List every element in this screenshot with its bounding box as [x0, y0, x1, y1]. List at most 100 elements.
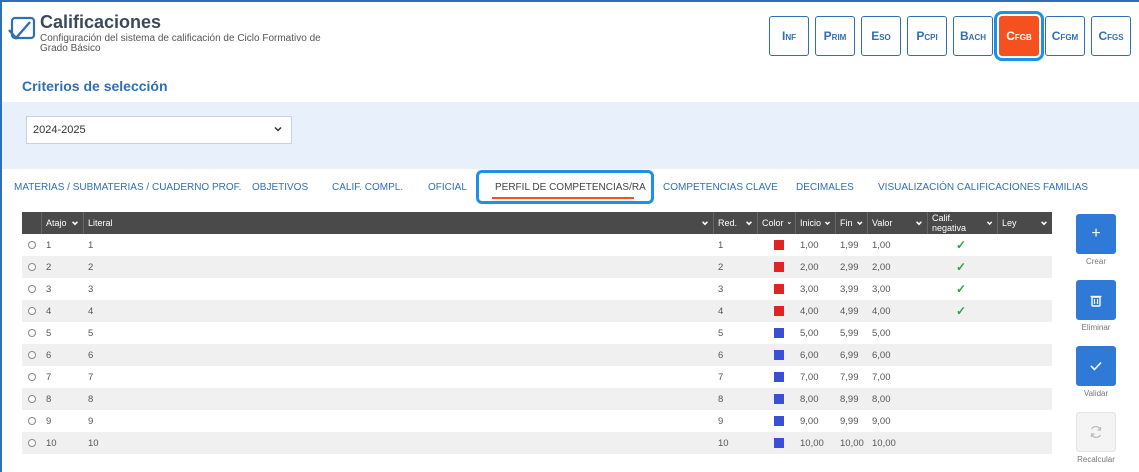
chevron-down-icon	[787, 222, 791, 225]
tab-highlight-box	[476, 170, 654, 204]
cell-color	[774, 344, 784, 366]
chevron-down-icon	[986, 221, 993, 226]
row-radio[interactable]	[28, 307, 36, 315]
row-radio[interactable]	[28, 329, 36, 337]
level-button-cfgs[interactable]: Cfgs	[1091, 16, 1131, 56]
tab-objetivos[interactable]: OBJETIVOS	[252, 182, 308, 193]
header-fin[interactable]: Fin	[836, 212, 868, 234]
cell-red: 1	[718, 239, 724, 251]
delete-button[interactable]	[1076, 280, 1116, 320]
table-row[interactable]: 1 1 1 1,00 1,99 1,00 ✓	[22, 234, 1052, 256]
check-icon: ✓	[956, 238, 967, 252]
header-color-label: Color	[762, 218, 784, 228]
recalculate-button[interactable]	[1076, 412, 1116, 452]
header-literal[interactable]: Literal	[84, 212, 714, 234]
header-atajo[interactable]: Atajo	[42, 212, 84, 234]
header-red[interactable]: Red.	[714, 212, 758, 234]
color-swatch	[774, 394, 784, 404]
header-calif-negativa-label: Calif. negativa	[932, 213, 967, 233]
check-icon	[1090, 361, 1102, 371]
create-button[interactable]: +	[1076, 214, 1116, 254]
cell-literal: 3	[88, 283, 94, 295]
cell-red: 2	[718, 261, 724, 273]
header-red-label: Red.	[718, 218, 738, 228]
checkbox-logo-icon	[8, 16, 36, 40]
cell-fin: 6,99	[840, 349, 859, 361]
cell-select	[28, 388, 36, 410]
table-row[interactable]: 5 5 5 5,00 5,99 5,00	[22, 322, 1052, 344]
tab-competencias-clave[interactable]: COMPETENCIAS CLAVE	[663, 182, 778, 193]
color-swatch	[774, 372, 784, 382]
tab-calif-compl[interactable]: CALIF. COMPL.	[332, 182, 403, 193]
table-row[interactable]: 9 9 9 9,00 9,99 9,00	[22, 410, 1052, 432]
table-row[interactable]: 10 10 10 10,00 10,00 10,00	[22, 432, 1052, 454]
cell-calif-negativa: ✓	[956, 300, 966, 322]
level-button-cfgm[interactable]: Cfgm	[1045, 16, 1085, 56]
page-title: Calificaciones	[40, 12, 162, 32]
cell-color	[774, 322, 784, 344]
level-button-prim[interactable]: Prim	[815, 16, 855, 56]
header-calif-negativa[interactable]: Calif. negativa	[928, 212, 998, 234]
row-radio[interactable]	[28, 263, 36, 271]
level-button-inf[interactable]: Inf	[769, 16, 809, 56]
tab-materias[interactable]: MATERIAS / SUBMATERIAS / CUADERNO PROF.	[14, 182, 241, 193]
cell-select	[28, 432, 36, 454]
cell-literal: 4	[88, 305, 94, 317]
cell-atajo: 2	[46, 261, 52, 273]
row-radio[interactable]	[28, 285, 36, 293]
table-row[interactable]: 8 8 8 8,00 8,99 8,00	[22, 388, 1052, 410]
header-ley[interactable]: Ley	[998, 212, 1052, 234]
chevron-down-icon	[746, 221, 752, 226]
level-button-pcpi[interactable]: Pcpi	[907, 16, 947, 56]
validate-button[interactable]	[1076, 346, 1116, 386]
row-radio[interactable]	[28, 417, 36, 425]
cell-fin: 2,99	[840, 261, 859, 273]
color-swatch	[774, 328, 784, 338]
cell-atajo: 4	[46, 305, 52, 317]
cell-color	[774, 432, 784, 454]
cell-select	[28, 322, 36, 344]
row-radio[interactable]	[28, 241, 36, 249]
table-row[interactable]: 4 4 4 4,00 4,99 4,00 ✓	[22, 300, 1052, 322]
cell-select	[28, 300, 36, 322]
cell-color	[774, 278, 784, 300]
cell-literal: 10	[88, 437, 99, 449]
cell-atajo: 1	[46, 239, 52, 251]
row-radio[interactable]	[28, 351, 36, 359]
tab-decimales[interactable]: DECIMALES	[796, 182, 854, 193]
table-row[interactable]: 7 7 7 7,00 7,99 7,00	[22, 366, 1052, 388]
cell-color	[774, 388, 784, 410]
cell-valor: 8,00	[872, 393, 891, 405]
chevron-down-icon	[702, 221, 708, 226]
tab-visualizacion-familias[interactable]: VISUALIZACIÓN CALIFICACIONES FAMILIAS	[878, 182, 1088, 193]
table-row[interactable]: 2 2 2 2,00 2,99 2,00 ✓	[22, 256, 1052, 278]
year-select[interactable]: 2024-2025	[26, 116, 292, 144]
grading-table: Atajo Literal Red. Color Inicio Fin Valo…	[22, 212, 1052, 454]
validate-button-label: Validar	[1083, 389, 1109, 398]
cell-valor: 1,00	[872, 239, 891, 251]
row-radio[interactable]	[28, 439, 36, 447]
cell-valor: 4,00	[872, 305, 891, 317]
cell-atajo: 5	[46, 327, 52, 339]
level-button-bach[interactable]: Bach	[953, 16, 993, 56]
cell-valor: 10,00	[872, 437, 896, 449]
cell-select	[28, 278, 36, 300]
cell-inicio: 5,00	[800, 327, 819, 339]
level-button-eso[interactable]: Eso	[861, 16, 901, 56]
row-radio[interactable]	[28, 373, 36, 381]
tab-oficial[interactable]: OFICIAL	[428, 182, 467, 193]
cell-fin: 4,99	[840, 305, 859, 317]
header-valor[interactable]: Valor	[868, 212, 928, 234]
table-row[interactable]: 6 6 6 6,00 6,99 6,00	[22, 344, 1052, 366]
chevron-down-icon	[856, 221, 863, 226]
header: Calificaciones Configuración del sistema…	[0, 0, 1139, 68]
chevron-down-icon	[274, 126, 282, 132]
level-button-cfgb[interactable]: Cfgb	[994, 11, 1044, 61]
table-row[interactable]: 3 3 3 3,00 3,99 3,00 ✓	[22, 278, 1052, 300]
cell-inicio: 2,00	[800, 261, 819, 273]
cell-atajo: 3	[46, 283, 52, 295]
header-inicio[interactable]: Inicio	[796, 212, 836, 234]
cell-red: 10	[718, 437, 729, 449]
header-color[interactable]: Color	[758, 212, 796, 234]
row-radio[interactable]	[28, 395, 36, 403]
